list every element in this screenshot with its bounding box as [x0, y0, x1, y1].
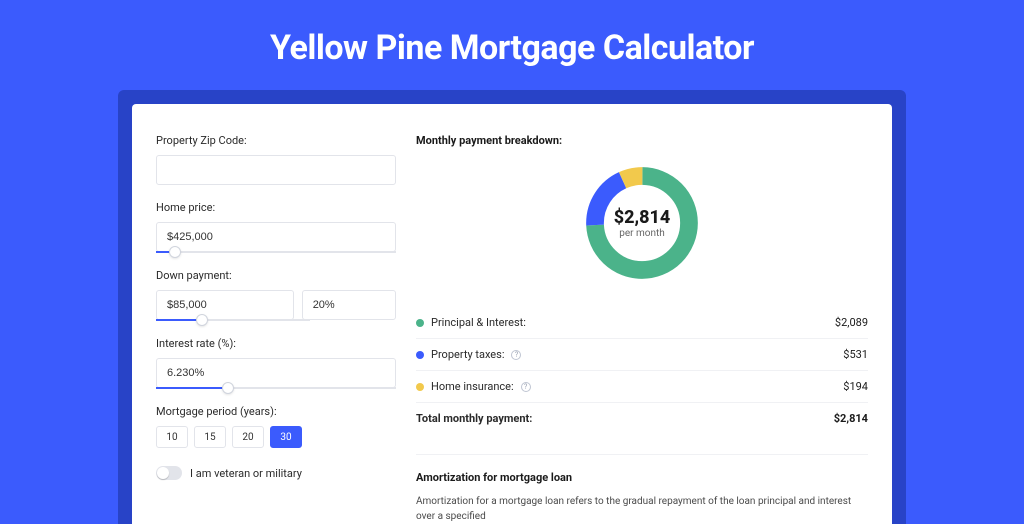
period-btn-30[interactable]: 30	[270, 426, 302, 448]
legend-dot-icon	[416, 351, 424, 359]
legend-row: Property taxes:? $531	[416, 339, 868, 371]
donut-center: $2,814 per month	[614, 207, 671, 239]
donut-chart: $2,814 per month	[416, 161, 868, 285]
zip-label: Property Zip Code:	[156, 134, 396, 147]
interest-input[interactable]	[156, 358, 396, 388]
veteran-label: I am veteran or military	[190, 467, 302, 480]
period-btn-20[interactable]: 20	[232, 426, 264, 448]
legend-value: $2,089	[835, 316, 868, 329]
donut-amount: $2,814	[614, 207, 671, 228]
home-price-label: Home price:	[156, 201, 396, 214]
zip-field-block: Property Zip Code:	[156, 134, 396, 185]
home-price-block: Home price:	[156, 201, 396, 253]
total-label: Total monthly payment:	[416, 412, 532, 425]
interest-label: Interest rate (%):	[156, 337, 396, 350]
slider-thumb[interactable]	[169, 246, 181, 258]
down-payment-block: Down payment:	[156, 269, 396, 321]
legend-label: Property taxes:	[431, 348, 504, 361]
down-payment-label: Down payment:	[156, 269, 396, 282]
period-btn-10[interactable]: 10	[156, 426, 188, 448]
info-icon[interactable]: ?	[521, 382, 531, 392]
legend-value: $194	[843, 380, 868, 393]
down-payment-input[interactable]	[156, 290, 294, 320]
down-payment-slider[interactable]	[156, 319, 310, 321]
slider-thumb[interactable]	[196, 314, 208, 326]
home-price-input[interactable]	[156, 222, 396, 252]
legend-dot-icon	[416, 319, 424, 327]
amortization-section: Amortization for mortgage loan Amortizat…	[416, 454, 868, 524]
card-shadow: Property Zip Code: Home price: Down paym…	[118, 90, 906, 524]
info-icon[interactable]: ?	[511, 350, 521, 360]
legend-dot-icon	[416, 383, 424, 391]
legend-row: Home insurance:? $194	[416, 371, 868, 403]
amortization-title: Amortization for mortgage loan	[416, 471, 868, 484]
period-btn-15[interactable]: 15	[194, 426, 226, 448]
legend-label: Home insurance:	[431, 380, 514, 393]
legend-row: Principal & Interest: $2,089	[416, 307, 868, 339]
donut-sub: per month	[614, 228, 671, 239]
legend-row-total: Total monthly payment: $2,814	[416, 403, 868, 434]
form-column: Property Zip Code: Home price: Down paym…	[156, 134, 396, 524]
period-label: Mortgage period (years):	[156, 405, 396, 418]
down-payment-pct-input[interactable]	[302, 290, 396, 320]
legend: Principal & Interest: $2,089 Property taxe…	[416, 307, 868, 403]
interest-slider[interactable]	[156, 387, 396, 389]
veteran-toggle-row: I am veteran or military	[156, 466, 396, 480]
amortization-text: Amortization for a mortgage loan refers …	[416, 494, 868, 524]
legend-label: Principal & Interest:	[431, 316, 526, 329]
breakdown-heading: Monthly payment breakdown:	[416, 134, 868, 147]
toggle-knob	[157, 467, 169, 479]
zip-input[interactable]	[156, 155, 396, 185]
home-price-slider[interactable]	[156, 251, 396, 253]
veteran-toggle[interactable]	[156, 466, 182, 480]
period-block: Mortgage period (years): 10 15 20 30	[156, 405, 396, 448]
page-title: Yellow Pine Mortgage Calculator	[0, 0, 1024, 90]
period-buttons: 10 15 20 30	[156, 426, 396, 448]
calculator-card: Property Zip Code: Home price: Down paym…	[132, 104, 892, 524]
legend-value: $531	[843, 348, 868, 361]
interest-block: Interest rate (%):	[156, 337, 396, 389]
total-value: $2,814	[834, 412, 868, 425]
breakdown-column: Monthly payment breakdown: $2,814 per mo…	[416, 134, 868, 524]
slider-thumb[interactable]	[222, 382, 234, 394]
